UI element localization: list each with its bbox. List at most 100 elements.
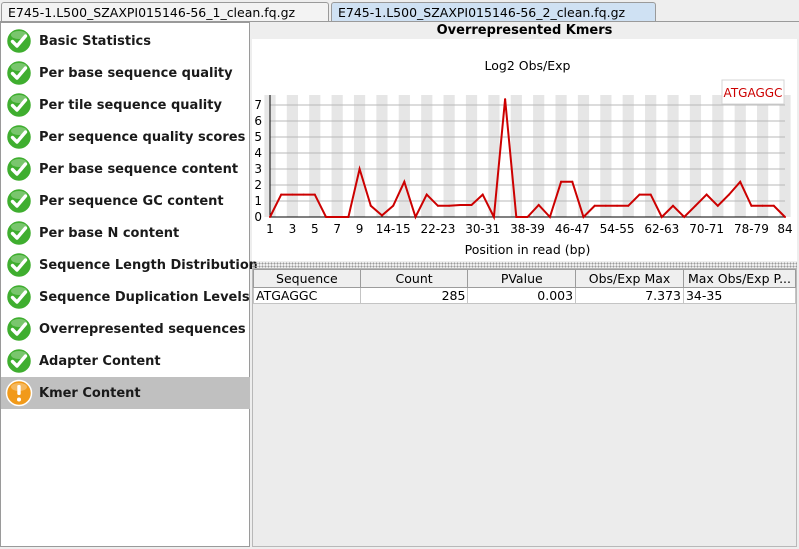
column-header-count[interactable]: Count (359, 269, 469, 288)
y-tick-label: 2 (254, 178, 262, 192)
module-item-kmer-content[interactable]: Kmer Content (1, 377, 250, 409)
data-point (784, 216, 786, 218)
position-stripe (734, 95, 746, 217)
module-item-adapter-content[interactable]: Adapter Content (1, 345, 250, 377)
module-label: Per base sequence content (39, 161, 239, 177)
chart-title: Log2 Obs/Exp (485, 58, 571, 73)
data-point (313, 193, 316, 196)
x-tick-label: 78-79 (734, 222, 769, 236)
cell-max-position[interactable]: 34-35 (682, 287, 797, 304)
tab-file-1[interactable]: E745-1.L500_SZAXPI015146-56_1_clean.fq.g… (1, 2, 329, 21)
x-tick-label: 9 (356, 222, 364, 236)
column-header-max-obs-exp-position[interactable]: Max Obs/Exp P... (682, 269, 797, 288)
report-panel: Overrepresented Kmers 0 1 2 3 4 5 6 7 1 3 5 7 9 14-15… (252, 22, 799, 547)
module-item-per-tile-sequence-quality[interactable]: Per tile sequence quality (1, 89, 250, 121)
pass-check-icon (5, 123, 33, 151)
module-label: Basic Statistics (39, 33, 151, 49)
module-item-overrepresented-sequences[interactable]: Overrepresented sequences (1, 313, 250, 345)
data-point (459, 204, 462, 206)
data-point (593, 204, 596, 207)
data-point (448, 204, 451, 207)
file-tab-bar: E745-1.L500_SZAXPI015146-56_1_clean.fq.g… (0, 0, 799, 22)
module-item-per-base-sequence-quality[interactable]: Per base sequence quality (1, 57, 250, 89)
module-item-per-base-sequence-content[interactable]: Per base sequence content (1, 153, 250, 185)
table-row[interactable]: ATGAGGC 285 0.003 7.373 34-35 (253, 287, 797, 304)
cell-sequence[interactable]: ATGAGGC (253, 287, 361, 304)
y-tick-label: 7 (254, 98, 262, 112)
y-tick-label: 0 (254, 210, 262, 224)
data-point (269, 216, 271, 218)
data-point (750, 204, 753, 207)
data-point (481, 193, 484, 196)
data-point (515, 216, 518, 218)
pass-check-icon (5, 283, 33, 311)
module-item-sequence-duplication-levels[interactable]: Sequence Duplication Levels (1, 281, 250, 313)
column-header-sequence[interactable]: Sequence (253, 269, 361, 288)
position-stripe (689, 95, 702, 217)
position-stripe (309, 95, 321, 217)
pass-check-icon (5, 91, 33, 119)
x-tick-label: 38-39 (510, 222, 545, 236)
panel-title: Overrepresented Kmers (252, 22, 797, 40)
data-point (761, 204, 764, 207)
module-item-per-sequence-quality-scores[interactable]: Per sequence quality scores (1, 121, 250, 153)
kmer-chart: 012345671 3 5 7 9 14-15 22-23 30-31 38-39 46-47 54… (254, 58, 792, 257)
module-label: Sequence Duplication Levels (39, 289, 250, 305)
position-stripe (667, 95, 679, 217)
cell-obs-exp-max[interactable]: 7.373 (575, 287, 684, 304)
pass-check-icon (5, 251, 33, 279)
x-tick-label: 54-55 (600, 222, 635, 236)
data-point (380, 214, 383, 217)
data-point (414, 216, 417, 218)
data-point (526, 216, 529, 218)
column-header-pvalue[interactable]: PValue (467, 269, 577, 288)
module-label: Per sequence quality scores (39, 129, 246, 145)
data-point (683, 216, 686, 218)
data-point (492, 216, 495, 218)
series-line-atgaggc (269, 99, 786, 221)
position-stripe (510, 95, 522, 217)
data-point (560, 180, 563, 183)
pass-check-icon (5, 155, 33, 183)
data-point (649, 193, 652, 196)
module-label: Per base sequence quality (39, 65, 233, 81)
data-point (672, 204, 675, 207)
cell-count[interactable]: 285 (359, 287, 469, 304)
data-point (772, 204, 775, 207)
data-point (582, 216, 585, 218)
column-header-obs-exp-max[interactable]: Obs/Exp Max (575, 269, 684, 288)
cell-pvalue[interactable]: 0.003 (467, 287, 577, 304)
data-point (705, 193, 708, 196)
module-label: Overrepresented sequences (39, 321, 246, 337)
position-stripe (331, 95, 343, 217)
module-label: Adapter Content (39, 353, 161, 369)
position-stripe (353, 95, 366, 217)
legend-entry-atgaggc: ATGAGGC (724, 86, 783, 100)
data-point (347, 216, 350, 218)
pass-check-icon (5, 27, 33, 55)
data-point (739, 180, 742, 183)
data-point (728, 193, 731, 196)
position-stripe (443, 95, 455, 217)
module-label: Per tile sequence quality (39, 97, 222, 113)
data-point (660, 216, 663, 218)
data-point (436, 204, 439, 207)
module-item-basic-statistics[interactable]: Basic Statistics (1, 25, 250, 57)
y-tick-label: 4 (254, 146, 262, 160)
module-item-per-base-n-content[interactable]: Per base N content (1, 217, 250, 249)
module-label: Per base N content (39, 225, 180, 241)
position-stripe (533, 95, 545, 217)
module-list: Basic Statistics Per base sequence qualit… (0, 22, 258, 547)
position-stripe (600, 95, 612, 217)
data-point (425, 193, 428, 196)
data-point (280, 193, 283, 196)
pass-check-icon (5, 219, 33, 247)
data-point (403, 180, 406, 183)
module-label: Sequence Length Distribution (39, 257, 259, 273)
y-tick-label: 6 (254, 114, 262, 128)
data-point (392, 204, 395, 207)
x-axis-label: Position in read (bp) (465, 242, 591, 257)
module-item-per-sequence-gc-content[interactable]: Per sequence GC content (1, 185, 250, 217)
module-item-sequence-length-distribution[interactable]: Sequence Length Distribution (1, 249, 258, 281)
tab-file-2[interactable]: E745-1.L500_SZAXPI015146-56_2_clean.fq.g… (331, 2, 656, 21)
